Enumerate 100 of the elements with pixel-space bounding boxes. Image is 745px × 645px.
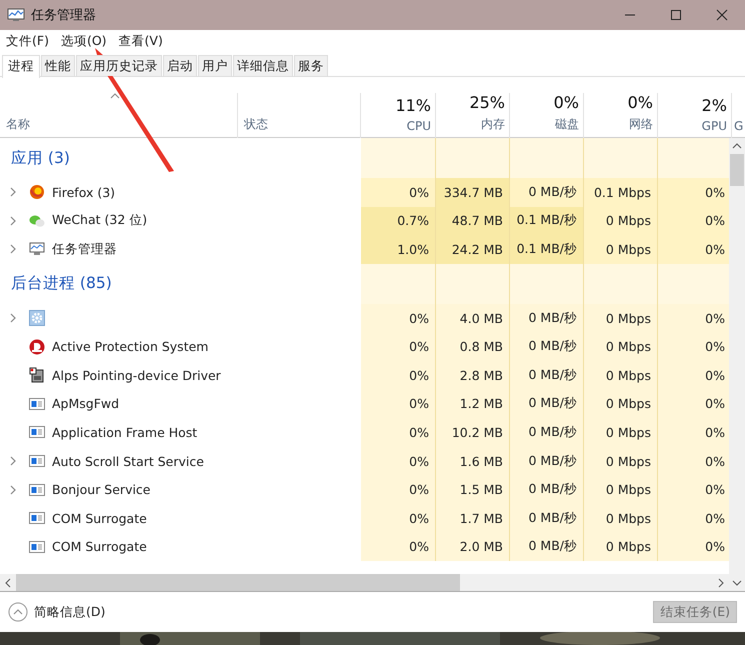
table-cell: 0% bbox=[658, 532, 729, 562]
monitor-icon bbox=[29, 241, 45, 258]
column-header[interactable]: GPU bbox=[702, 119, 727, 133]
table-cell: 0% bbox=[361, 178, 436, 207]
table-cell: 0.1 Mbps bbox=[584, 178, 658, 207]
table-cell: 0% bbox=[361, 446, 436, 476]
table-cell: 0% bbox=[361, 504, 436, 533]
usage-percent: 11% bbox=[395, 96, 431, 115]
table-cell: 0 MB/秒 bbox=[510, 390, 584, 418]
expand-chevron-icon[interactable] bbox=[9, 216, 17, 226]
window-icon bbox=[29, 510, 45, 526]
process-name: Firefox (3) bbox=[52, 184, 116, 200]
window-icon bbox=[29, 538, 45, 555]
column-header[interactable]: CPU bbox=[406, 119, 431, 133]
window-icon bbox=[29, 482, 45, 498]
process-name: WeChat (32 位) bbox=[52, 212, 148, 230]
table-cell: 0 Mbps bbox=[584, 504, 658, 533]
expand-chevron-icon[interactable] bbox=[9, 484, 17, 495]
table-cell: 0.8 MB bbox=[436, 332, 510, 361]
table-cell: 0% bbox=[361, 418, 436, 447]
table-cell: 0 MB/秒 bbox=[510, 178, 584, 207]
table-cell: 1.6 MB bbox=[436, 446, 510, 476]
table-cell: 1.5 MB bbox=[436, 475, 510, 504]
badge-icon bbox=[29, 338, 45, 355]
column-header[interactable]: 网络 bbox=[629, 116, 653, 133]
details-toggle[interactable]: 简略信息(D) bbox=[34, 604, 106, 620]
globe-icon bbox=[29, 184, 45, 200]
tab[interactable]: 用户 bbox=[198, 55, 232, 76]
table-cell: 10.2 MB bbox=[436, 418, 510, 447]
window-title: 任务管理器 bbox=[31, 7, 97, 24]
table-cell: 0% bbox=[361, 475, 436, 504]
table-cell: 0% bbox=[658, 235, 729, 264]
process-name: COM Surrogate bbox=[52, 539, 147, 554]
table-cell: 0 Mbps bbox=[584, 475, 658, 504]
table-cell: 0 Mbps bbox=[584, 532, 658, 562]
window-icon bbox=[29, 424, 45, 440]
device-icon bbox=[29, 367, 45, 384]
table-cell: 1.2 MB bbox=[436, 390, 510, 418]
tab[interactable]: 性能 bbox=[41, 55, 75, 76]
table-cell: 0 MB/秒 bbox=[510, 418, 584, 447]
table-cell: 0 Mbps bbox=[584, 206, 658, 236]
vertical-scrollbar[interactable] bbox=[729, 138, 745, 591]
column-header[interactable]: 内存 bbox=[481, 116, 505, 133]
usage-percent: 25% bbox=[469, 93, 505, 112]
table-cell: 0 Mbps bbox=[584, 360, 658, 390]
tab[interactable]: 启动 bbox=[163, 55, 197, 76]
menu-item[interactable]: 选项(O) bbox=[60, 32, 107, 50]
table-cell: 0 MB/秒 bbox=[510, 360, 584, 390]
usage-percent: 0% bbox=[628, 93, 653, 112]
table-cell: 0% bbox=[361, 360, 436, 390]
window-icon bbox=[29, 453, 45, 470]
horizontal-scrollbar[interactable] bbox=[0, 574, 729, 591]
table-cell: 0% bbox=[361, 304, 436, 332]
tab[interactable]: 服务 bbox=[294, 55, 328, 76]
table-cell: 0 MB/秒 bbox=[510, 504, 584, 533]
table-cell: 0% bbox=[658, 360, 729, 390]
chat-bubbles-icon bbox=[29, 212, 45, 229]
sort-caret-icon bbox=[110, 93, 120, 99]
table-cell: 0.1 MB/秒 bbox=[510, 206, 584, 236]
table-cell: 334.7 MB bbox=[436, 178, 510, 207]
menu-item[interactable]: 文件(F) bbox=[6, 32, 49, 50]
process-name: Active Protection System bbox=[52, 339, 208, 354]
scroll-thumb[interactable] bbox=[16, 574, 460, 591]
column-header[interactable]: 状态 bbox=[244, 116, 268, 133]
group-heading: 应用 (3) bbox=[10, 148, 70, 168]
column-header[interactable]: 磁盘 bbox=[555, 116, 579, 133]
table-cell: 1.0% bbox=[361, 235, 436, 264]
usage-percent: 0% bbox=[554, 93, 579, 112]
table-cell: 0 MB/秒 bbox=[510, 532, 584, 562]
table-cell: 0 MB/秒 bbox=[510, 332, 584, 361]
table-cell: 0 Mbps bbox=[584, 332, 658, 361]
monitor-icon bbox=[7, 8, 25, 22]
table-cell: 0% bbox=[658, 304, 729, 332]
table-cell: 0% bbox=[658, 178, 729, 207]
expand-chevron-icon[interactable] bbox=[9, 313, 17, 324]
column-header[interactable]: 名称 bbox=[6, 116, 30, 133]
tab[interactable]: 应用历史记录 bbox=[76, 55, 162, 76]
tab[interactable]: 进程 bbox=[2, 55, 40, 78]
process-name: ApMsgFwd bbox=[52, 396, 120, 412]
table-cell: 48.7 MB bbox=[436, 206, 510, 236]
process-name: Application Frame Host bbox=[52, 424, 198, 440]
column-header[interactable]: G bbox=[734, 119, 744, 133]
expand-chevron-icon[interactable] bbox=[9, 244, 17, 254]
expand-chevron-icon[interactable] bbox=[9, 456, 17, 466]
group-heading: 后台进程 (85) bbox=[10, 273, 112, 294]
table-cell: 0% bbox=[361, 332, 436, 361]
table-cell: 0 Mbps bbox=[584, 235, 658, 264]
table-cell: 0% bbox=[658, 206, 729, 236]
table-cell: 0% bbox=[658, 390, 729, 418]
table-cell: 2.8 MB bbox=[436, 360, 510, 390]
collapse-icon[interactable] bbox=[8, 602, 28, 622]
process-name: 任务管理器 bbox=[52, 240, 117, 258]
table-cell: 0% bbox=[658, 475, 729, 504]
scroll-thumb[interactable] bbox=[730, 154, 744, 186]
table-cell: 0.7% bbox=[361, 206, 436, 236]
menu-item[interactable]: 查看(V) bbox=[118, 32, 163, 50]
tab[interactable]: 详细信息 bbox=[233, 55, 293, 76]
table-cell: 0 MB/秒 bbox=[510, 475, 584, 504]
expand-chevron-icon[interactable] bbox=[9, 187, 17, 198]
process-name: COM Surrogate bbox=[52, 510, 147, 526]
